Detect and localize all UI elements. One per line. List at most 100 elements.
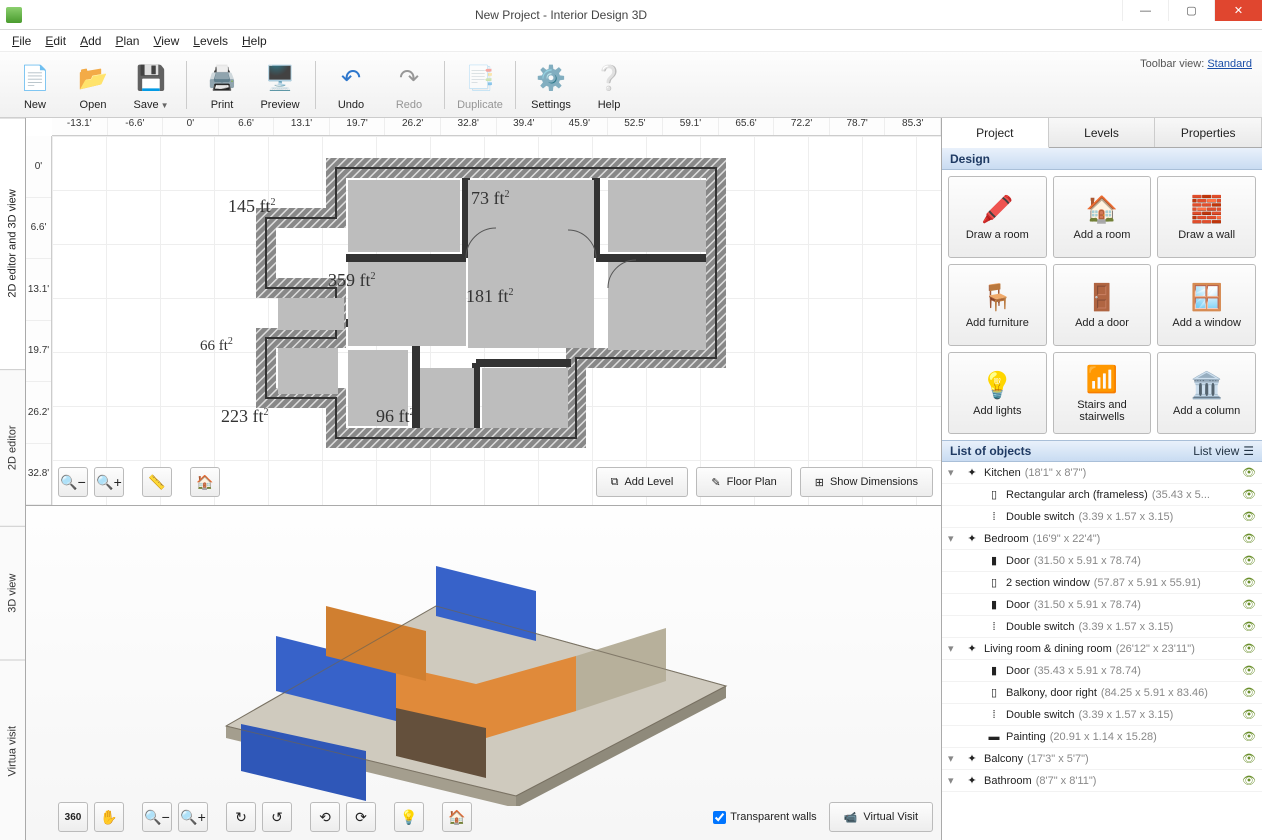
- object-item-row[interactable]: ▯Rectangular arch (frameless) (35.43 x 5…: [942, 484, 1262, 506]
- rotate-ccw-button[interactable]: ↺: [262, 802, 292, 832]
- menu-file[interactable]: File: [6, 32, 37, 50]
- tab-2d-editor[interactable]: 2D editor: [0, 369, 25, 526]
- add-door-button[interactable]: 🚪Add a door: [1053, 264, 1152, 346]
- visibility-eye-icon[interactable]: 👁: [1242, 620, 1256, 633]
- window-minimize-button[interactable]: —: [1122, 0, 1168, 21]
- visibility-eye-icon[interactable]: 👁: [1242, 576, 1256, 589]
- add-room-button[interactable]: 🏠Add a room: [1053, 176, 1152, 258]
- list-view-toggle[interactable]: List view ☰: [1193, 444, 1254, 458]
- draw-room-button[interactable]: 🖍️Draw a room: [948, 176, 1047, 258]
- visibility-eye-icon[interactable]: 👁: [1242, 466, 1256, 479]
- object-group-row[interactable]: ▾✦Living room & dining room (26'12" x 23…: [942, 638, 1262, 660]
- floor-plan-button[interactable]: ✎Floor Plan: [696, 467, 791, 497]
- help-button[interactable]: ❔Help: [580, 55, 638, 115]
- add-column-button[interactable]: 🏛️Add a column: [1157, 352, 1256, 434]
- tilt-left-button[interactable]: ⟲: [310, 802, 340, 832]
- open-button[interactable]: 📂Open: [64, 55, 122, 115]
- tab-properties[interactable]: Properties: [1155, 118, 1262, 147]
- visibility-eye-icon[interactable]: 👁: [1242, 686, 1256, 699]
- duplicate-button[interactable]: 📑Duplicate: [451, 55, 509, 115]
- visibility-eye-icon[interactable]: 👁: [1242, 730, 1256, 743]
- object-item-row[interactable]: ▮Door (35.43 x 5.91 x 78.74)👁: [942, 660, 1262, 682]
- render-3d-view[interactable]: [146, 516, 786, 809]
- rotate-360-button[interactable]: 360: [58, 802, 88, 832]
- pane-2d-editor[interactable]: -13.1'-6.6'0'6.6'13.1'19.7'26.2'32.8'39.…: [26, 118, 941, 506]
- visibility-eye-icon[interactable]: 👁: [1242, 642, 1256, 655]
- visibility-eye-icon[interactable]: 👁: [1242, 708, 1256, 721]
- visibility-eye-icon[interactable]: 👁: [1242, 752, 1256, 765]
- object-item-row[interactable]: ⁞Double switch (3.39 x 1.57 x 3.15)👁: [942, 616, 1262, 638]
- visibility-eye-icon[interactable]: 👁: [1242, 488, 1256, 501]
- rotate-cw-button[interactable]: ↻: [226, 802, 256, 832]
- save-button[interactable]: 💾Save▼: [122, 55, 180, 115]
- object-group-row[interactable]: ▾✦Kitchen (18'1" x 8'7")👁: [942, 462, 1262, 484]
- object-item-row[interactable]: ▮Door (31.50 x 5.91 x 78.74)👁: [942, 594, 1262, 616]
- ruler-tick: 26.2': [26, 382, 51, 444]
- zoom-in-3d-button[interactable]: 🔍+: [178, 802, 208, 832]
- measure-button[interactable]: 📏: [142, 467, 172, 497]
- pane-3d-view[interactable]: 360 ✋ 🔍− 🔍+ ↻ ↺ ⟲ ⟳ 💡 🏠 Transparent: [26, 506, 941, 840]
- save-dropdown-icon[interactable]: ▼: [161, 101, 169, 110]
- expand-icon[interactable]: ▾: [948, 466, 960, 479]
- menu-edit[interactable]: Edit: [39, 32, 72, 50]
- object-group-row[interactable]: ▾✦Balcony (17'3" x 5'7")👁: [942, 748, 1262, 770]
- menu-plan[interactable]: Plan: [109, 32, 145, 50]
- expand-icon[interactable]: ▾: [948, 774, 960, 787]
- window-maximize-button[interactable]: ▢: [1168, 0, 1214, 21]
- menu-add[interactable]: Add: [74, 32, 107, 50]
- zoom-out-button[interactable]: 🔍−: [58, 467, 88, 497]
- new-button[interactable]: 📄New: [6, 55, 64, 115]
- tab-3d-view[interactable]: 3D view: [0, 526, 25, 660]
- add-furniture-button[interactable]: 🪑Add furniture: [948, 264, 1047, 346]
- tab-project[interactable]: Project: [942, 118, 1049, 148]
- visibility-eye-icon[interactable]: 👁: [1242, 598, 1256, 611]
- home-2d-button[interactable]: 🏠: [190, 467, 220, 497]
- object-group-row[interactable]: ▾✦Bathroom (8'7" x 8'11")👁: [942, 770, 1262, 792]
- tilt-right-button[interactable]: ⟳: [346, 802, 376, 832]
- visibility-eye-icon[interactable]: 👁: [1242, 532, 1256, 545]
- redo-button[interactable]: ↷Redo: [380, 55, 438, 115]
- menu-view[interactable]: View: [147, 32, 185, 50]
- settings-button[interactable]: ⚙️Settings: [522, 55, 580, 115]
- add-level-button[interactable]: ⧉Add Level: [596, 467, 689, 497]
- lighting-button[interactable]: 💡: [394, 802, 424, 832]
- transparent-walls-checkbox[interactable]: Transparent walls: [713, 811, 816, 824]
- object-item-row[interactable]: ▬Painting (20.91 x 1.14 x 15.28)👁: [942, 726, 1262, 748]
- toolbar-view-link[interactable]: Standard: [1207, 58, 1252, 70]
- visibility-eye-icon[interactable]: 👁: [1242, 510, 1256, 523]
- preview-button[interactable]: 🖥️Preview: [251, 55, 309, 115]
- visibility-eye-icon[interactable]: 👁: [1242, 664, 1256, 677]
- undo-button[interactable]: ↶Undo: [322, 55, 380, 115]
- floorplan-drawing[interactable]: 145 ft2 73 ft2 359 ft2 181 ft2 66 ft2 22…: [176, 158, 736, 481]
- add-window-button[interactable]: 🪟Add a window: [1157, 264, 1256, 346]
- add-lights-button[interactable]: 💡Add lights: [948, 352, 1047, 434]
- object-item-row[interactable]: ⁞Double switch (3.39 x 1.57 x 3.15)👁: [942, 704, 1262, 726]
- visibility-eye-icon[interactable]: 👁: [1242, 554, 1256, 567]
- pan-button[interactable]: ✋: [94, 802, 124, 832]
- visibility-eye-icon[interactable]: 👁: [1242, 774, 1256, 787]
- expand-icon[interactable]: ▾: [948, 532, 960, 545]
- tab-2d-3d-combo[interactable]: 2D editor and 3D view: [0, 118, 25, 369]
- object-item-row[interactable]: ⁞Double switch (3.39 x 1.57 x 3.15)👁: [942, 506, 1262, 528]
- objects-list[interactable]: ▾✦Kitchen (18'1" x 8'7")👁▯Rectangular ar…: [942, 462, 1262, 840]
- expand-icon[interactable]: ▾: [948, 752, 960, 765]
- menu-help[interactable]: Help: [236, 32, 273, 50]
- object-item-row[interactable]: ▯Balkony, door right (84.25 x 5.91 x 83.…: [942, 682, 1262, 704]
- show-dimensions-button[interactable]: ⊞Show Dimensions: [800, 467, 933, 497]
- zoom-in-button[interactable]: 🔍+: [94, 467, 124, 497]
- transparent-walls-input[interactable]: [713, 811, 726, 824]
- object-item-row[interactable]: ▯2 section window (57.87 x 5.91 x 55.91)…: [942, 572, 1262, 594]
- expand-icon[interactable]: ▾: [948, 642, 960, 655]
- object-group-row[interactable]: ▾✦Bedroom (16'9" x 22'4")👁: [942, 528, 1262, 550]
- virtual-visit-button[interactable]: 📹 Virtual Visit: [829, 802, 933, 832]
- object-item-row[interactable]: ▮Door (31.50 x 5.91 x 78.74)👁: [942, 550, 1262, 572]
- tab-levels[interactable]: Levels: [1049, 118, 1156, 147]
- tab-virtual-visit[interactable]: Virtua visit: [0, 660, 25, 840]
- draw-wall-button[interactable]: 🧱Draw a wall: [1157, 176, 1256, 258]
- print-button[interactable]: 🖨️Print: [193, 55, 251, 115]
- window-close-button[interactable]: ✕: [1214, 0, 1262, 21]
- zoom-out-3d-button[interactable]: 🔍−: [142, 802, 172, 832]
- home-3d-button[interactable]: 🏠: [442, 802, 472, 832]
- menu-levels[interactable]: Levels: [187, 32, 234, 50]
- stairs-button[interactable]: 📶Stairs and stairwells: [1053, 352, 1152, 434]
